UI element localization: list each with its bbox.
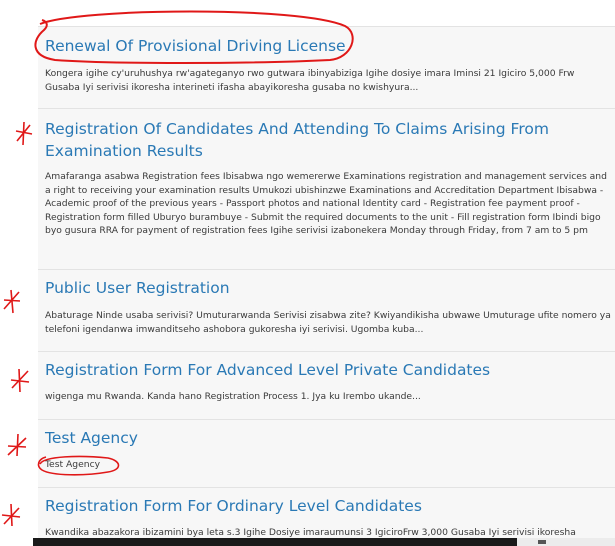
result-description: Abaturage Ninde usaba serivisi? Umuturar… <box>45 310 611 335</box>
annotation-asterisk-4 <box>7 433 27 457</box>
scrollbar-marker <box>538 540 546 544</box>
annotation-asterisk-2 <box>3 289 21 314</box>
annotation-asterisk-3 <box>10 368 30 393</box>
result-description: Kongera igihe cy'uruhushya rw'agateganyo… <box>45 68 575 93</box>
horizontal-scrollbar[interactable] <box>33 538 615 546</box>
result-title-test-agency[interactable]: Test Agency <box>45 427 615 449</box>
result-title-public-user-registration[interactable]: Public User Registration <box>45 277 615 299</box>
result-item: Renewal Of Provisional Driving License K… <box>38 26 615 108</box>
result-title-ordinary-level-candidates[interactable]: Registration Form For Ordinary Level Can… <box>45 495 615 517</box>
result-title-advanced-level-private-candidates[interactable]: Registration Form For Advanced Level Pri… <box>45 359 615 381</box>
scrollbar-thumb[interactable] <box>33 538 517 546</box>
result-description: Amafaranga asabwa Registration fees Ibis… <box>45 171 607 236</box>
top-strip <box>38 0 615 25</box>
result-item: Public User Registration Abaturage Ninde… <box>38 269 615 351</box>
result-description: wigenga mu Rwanda. Kanda hano Registrati… <box>45 391 421 402</box>
annotation-asterisk-1 <box>15 121 33 146</box>
result-item: Registration Form For Advanced Level Pri… <box>38 351 615 419</box>
result-title-renewal-provisional-driving-license[interactable]: Renewal Of Provisional Driving License <box>45 35 615 57</box>
result-item: Registration Of Candidates And Attending… <box>38 108 615 269</box>
annotation-asterisk-5 <box>1 503 21 527</box>
result-title-registration-of-candidates[interactable]: Registration Of Candidates And Attending… <box>45 118 615 162</box>
result-description: Test Agency <box>45 459 101 470</box>
result-item: Test Agency Test Agency <box>38 419 615 487</box>
